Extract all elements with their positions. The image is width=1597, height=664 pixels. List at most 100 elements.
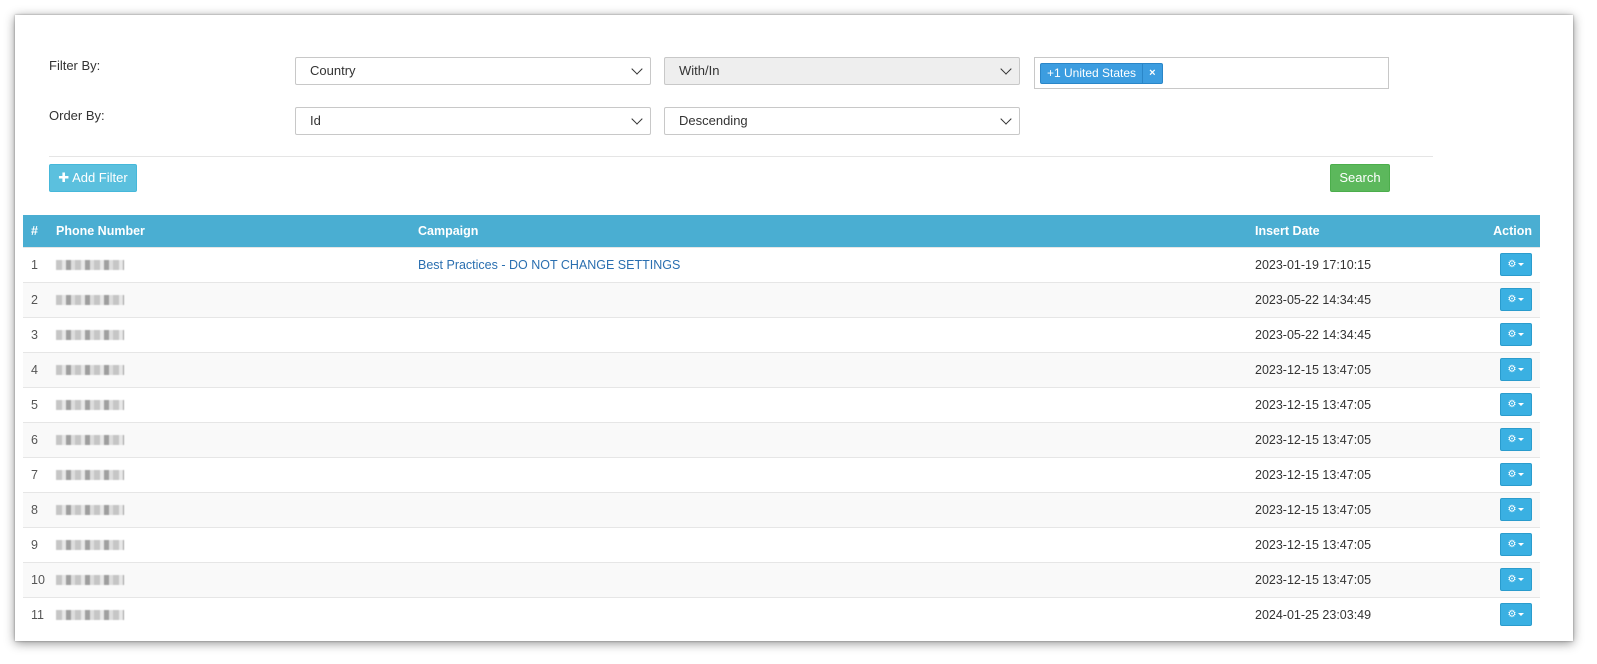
tag-remove-icon[interactable]: × <box>1142 64 1156 83</box>
insert-date-cell: 2023-12-15 13:47:05 <box>1255 432 1372 447</box>
row-action-button[interactable]: ⚙ <box>1500 463 1532 486</box>
col-header-number[interactable]: # <box>23 215 48 247</box>
filter-by-label: Filter By: <box>49 58 101 73</box>
campaign-cell <box>410 492 1247 527</box>
order-by-label: Order By: <box>49 108 105 123</box>
order-field-select[interactable]: Id <box>295 107 651 135</box>
row-number: 8 <box>31 502 38 517</box>
row-action-button[interactable]: ⚙ <box>1500 568 1532 591</box>
filter-value-tag: +1 United States × <box>1040 63 1163 84</box>
action-cell: ⚙ <box>1467 457 1540 492</box>
phone-number-cell[interactable] <box>48 317 410 352</box>
phone-number-cell[interactable] <box>48 527 410 562</box>
campaign-cell <box>410 457 1247 492</box>
gear-icon: ⚙ <box>1507 259 1517 270</box>
table-body: 1 Best Practices - DO NOT CHANGE SETTINGS… <box>23 247 1540 632</box>
gear-icon: ⚙ <box>1507 469 1517 480</box>
phone-number-cell[interactable] <box>48 247 410 282</box>
row-number: 5 <box>31 397 38 412</box>
phone-number-cell[interactable] <box>48 597 410 632</box>
campaign-cell <box>410 317 1247 352</box>
results-table: # Phone Number Campaign Insert Date Acti… <box>23 215 1540 632</box>
col-header-action: Action <box>1493 223 1532 238</box>
row-number: 1 <box>31 257 38 272</box>
filter-operator-value: With/In <box>679 63 720 78</box>
campaign-cell <box>410 387 1247 422</box>
action-cell: ⚙ <box>1467 387 1540 422</box>
caret-down-icon <box>1518 438 1525 441</box>
gear-icon: ⚙ <box>1507 364 1517 375</box>
filter-field-select[interactable]: Country <box>295 57 651 85</box>
phone-number-redacted <box>56 365 124 376</box>
gear-icon: ⚙ <box>1507 609 1517 621</box>
insert-date-cell: 2023-01-19 17:10:15 <box>1255 257 1372 272</box>
phone-number-cell[interactable] <box>48 352 410 387</box>
insert-date-cell: 2023-12-15 13:47:05 <box>1255 572 1372 587</box>
row-number: 2 <box>31 292 38 307</box>
campaign-link[interactable]: Best Practices - DO NOT CHANGE SETTINGS <box>418 258 680 272</box>
row-action-button[interactable]: ⚙ <box>1500 358 1532 381</box>
action-cell: ⚙ <box>1467 562 1540 597</box>
phone-number-cell[interactable] <box>48 562 410 597</box>
table-row: 2 2023-05-22 14:34:45 ⚙ <box>23 282 1540 317</box>
row-number: 3 <box>31 327 38 342</box>
app-window: Filter By: Country With/In +1 United Sta… <box>15 15 1573 641</box>
phone-number-redacted <box>56 575 124 586</box>
action-cell: ⚙ <box>1467 282 1540 317</box>
table-row: 1 Best Practices - DO NOT CHANGE SETTINGS… <box>23 247 1540 282</box>
table-row: 3 2023-05-22 14:34:45 ⚙ <box>23 317 1540 352</box>
caret-down-icon <box>1518 508 1525 511</box>
caret-down-icon <box>1518 613 1525 617</box>
search-button[interactable]: Search <box>1330 164 1390 192</box>
col-header-insert-date[interactable]: Insert Date <box>1247 215 1467 247</box>
row-action-button[interactable]: ⚙ <box>1500 603 1532 627</box>
gear-icon: ⚙ <box>1507 294 1517 305</box>
insert-date-cell: 2023-05-22 14:34:45 <box>1255 292 1372 307</box>
row-number: 9 <box>31 537 38 552</box>
campaign-cell[interactable]: Best Practices - DO NOT CHANGE SETTINGS <box>410 247 1247 282</box>
row-action-button[interactable]: ⚙ <box>1500 393 1532 416</box>
col-header-campaign[interactable]: Campaign <box>410 215 1247 247</box>
caret-down-icon <box>1518 403 1525 406</box>
order-direction-select[interactable]: Descending <box>664 107 1020 135</box>
action-cell: ⚙ <box>1467 317 1540 352</box>
campaign-cell <box>410 597 1247 632</box>
phone-number-cell[interactable] <box>48 282 410 317</box>
phone-number-redacted <box>56 295 124 306</box>
filter-operator-select[interactable]: With/In <box>664 57 1020 85</box>
col-header-phone[interactable]: Phone Number <box>48 215 410 247</box>
order-field-value: Id <box>310 113 321 128</box>
row-number: 11 <box>31 607 44 622</box>
row-action-button[interactable]: ⚙ <box>1500 498 1532 521</box>
table-row: 6 2023-12-15 13:47:05 ⚙ <box>23 422 1540 457</box>
phone-number-redacted <box>56 330 124 341</box>
phone-number-redacted <box>56 540 124 551</box>
add-filter-button[interactable]: ✚ Add Filter <box>49 164 137 192</box>
phone-number-cell[interactable] <box>48 387 410 422</box>
results-table-container: # Phone Number Campaign Insert Date Acti… <box>23 215 1540 632</box>
row-number: 7 <box>31 467 38 482</box>
insert-date-cell: 2023-12-15 13:47:05 <box>1255 362 1372 377</box>
row-number: 6 <box>31 432 38 447</box>
row-action-button[interactable]: ⚙ <box>1500 428 1532 451</box>
insert-date-cell: 2023-12-15 13:47:05 <box>1255 537 1372 552</box>
phone-number-cell[interactable] <box>48 457 410 492</box>
chevron-down-icon <box>1000 113 1012 125</box>
filter-value-tag-input[interactable]: +1 United States × <box>1034 57 1389 89</box>
insert-date-cell: 2023-12-15 13:47:05 <box>1255 397 1372 412</box>
row-action-button[interactable]: ⚙ <box>1500 253 1532 276</box>
row-action-button[interactable]: ⚙ <box>1500 323 1532 346</box>
row-action-button[interactable]: ⚙ <box>1500 533 1532 556</box>
order-row: Order By: Id Descending <box>49 105 1433 135</box>
phone-number-cell[interactable] <box>48 492 410 527</box>
phone-number-redacted <box>56 610 124 621</box>
phone-number-cell[interactable] <box>48 422 410 457</box>
phone-number-redacted <box>56 505 124 516</box>
row-action-button[interactable]: ⚙ <box>1500 288 1532 311</box>
gear-icon: ⚙ <box>1507 434 1517 445</box>
filter-field-value: Country <box>310 63 356 78</box>
campaign-cell <box>410 282 1247 317</box>
table-row: 4 2023-12-15 13:47:05 ⚙ <box>23 352 1540 387</box>
caret-down-icon <box>1518 543 1525 546</box>
campaign-cell <box>410 352 1247 387</box>
